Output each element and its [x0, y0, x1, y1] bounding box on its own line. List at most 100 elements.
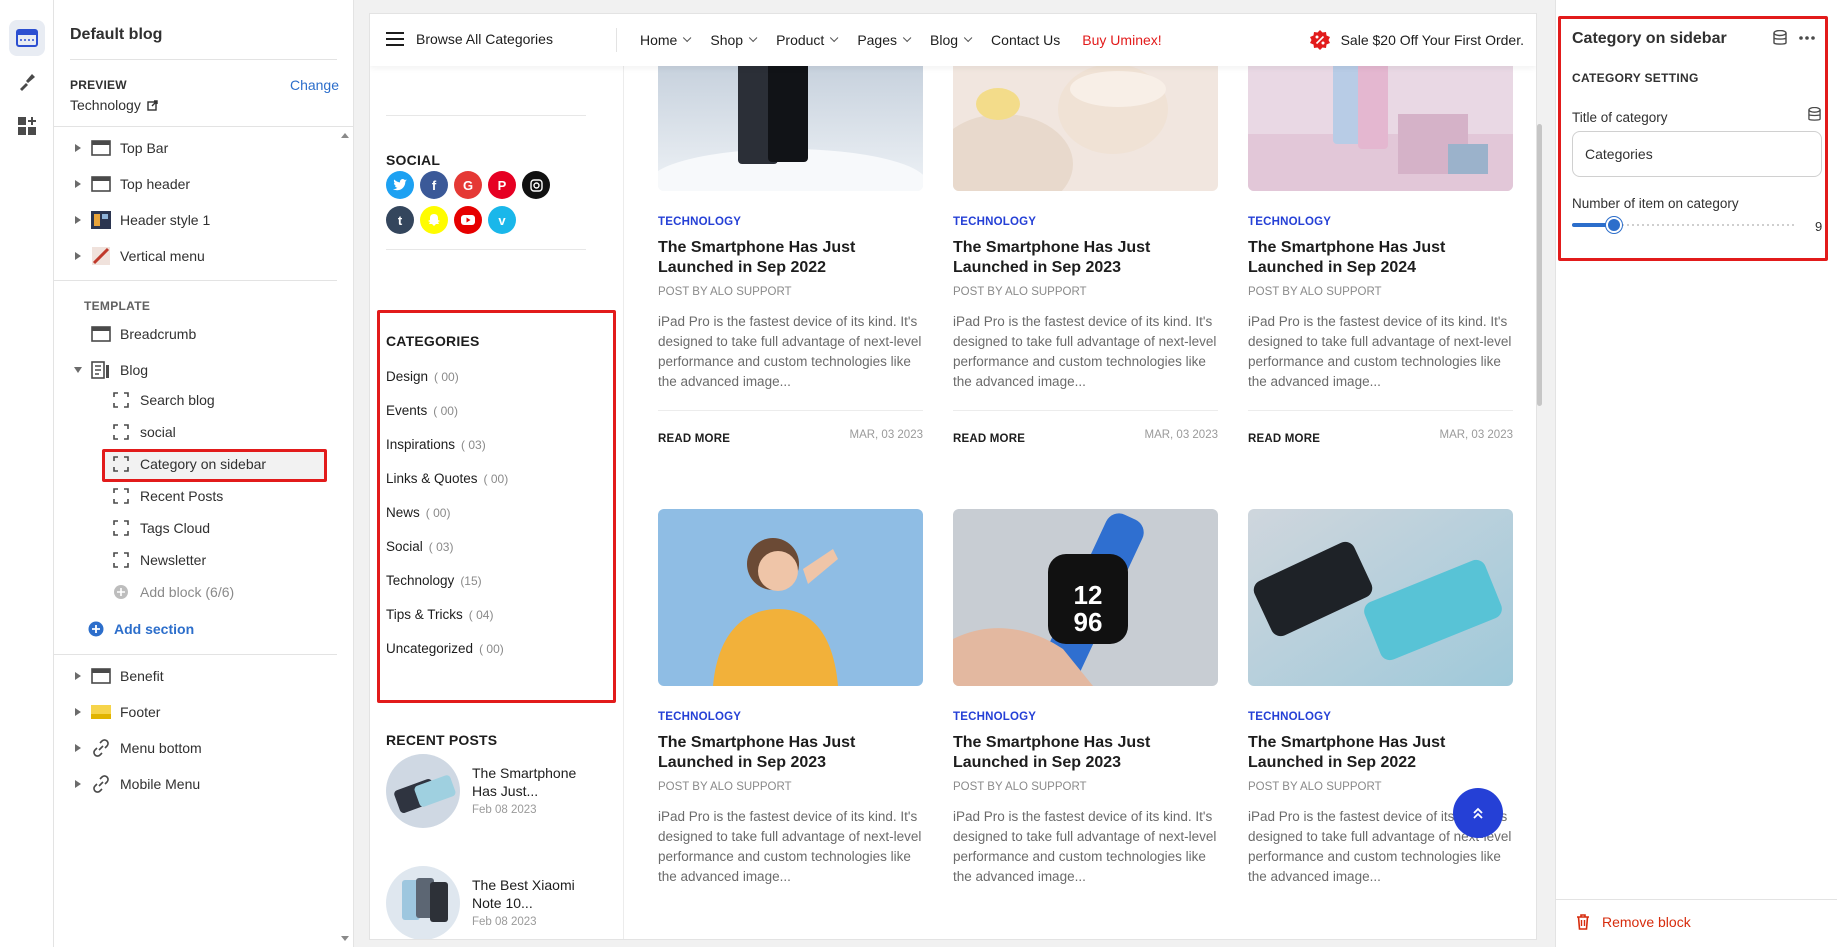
- pinterest-icon[interactable]: P: [488, 171, 516, 199]
- section-menu-bottom[interactable]: Menu bottom: [54, 731, 338, 765]
- slider-handle[interactable]: [1606, 217, 1622, 233]
- blog-card[interactable]: 12 96 TECHNOLOGY The Smartphone Has Just …: [953, 509, 1218, 887]
- block-category-on-sidebar[interactable]: Category on sidebar: [54, 447, 338, 481]
- browse-categories-button[interactable]: Browse All Categories: [386, 31, 553, 47]
- section-top-bar[interactable]: Top Bar: [54, 131, 338, 165]
- blog-card[interactable]: TECHNOLOGY The Smartphone Has Just Launc…: [658, 509, 923, 887]
- recent-post-item[interactable]: The Best Xiaomi Note 10... Feb 08 2023: [386, 866, 587, 939]
- theme-settings-icon[interactable]: [9, 64, 45, 100]
- menu-item-pages[interactable]: Pages: [857, 32, 912, 48]
- post-title[interactable]: The Smartphone Has Just Launched in Sep …: [1248, 238, 1513, 278]
- section-footer[interactable]: Footer: [54, 695, 338, 729]
- caret-right-icon[interactable]: [70, 708, 86, 716]
- category-item[interactable]: Technology (15): [386, 573, 482, 588]
- caret-right-icon[interactable]: [70, 672, 86, 680]
- category-item[interactable]: News( 00): [386, 505, 450, 520]
- section-breadcrumb[interactable]: Breadcrumb: [54, 317, 338, 351]
- block-search-blog[interactable]: Search blog: [54, 383, 338, 417]
- tumblr-icon[interactable]: t: [386, 206, 414, 234]
- scrollbar-thumb[interactable]: [1537, 124, 1542, 406]
- recent-post-title[interactable]: The Best Xiaomi Note 10...: [472, 876, 587, 912]
- post-category[interactable]: TECHNOLOGY: [658, 711, 923, 723]
- post-image[interactable]: [1248, 66, 1513, 191]
- blog-card[interactable]: TECHNOLOGY The Smartphone Has Just Launc…: [1248, 66, 1513, 445]
- read-more-link[interactable]: READ MORE: [658, 433, 730, 445]
- facebook-icon[interactable]: f: [420, 171, 448, 199]
- youtube-icon[interactable]: [454, 206, 482, 234]
- category-item[interactable]: Inspirations( 03): [386, 437, 486, 452]
- post-image[interactable]: [658, 66, 923, 191]
- menu-item-buy[interactable]: Buy Uminex!: [1082, 32, 1161, 48]
- sections-icon[interactable]: [9, 20, 45, 56]
- post-image[interactable]: [1248, 509, 1513, 686]
- caret-right-icon[interactable]: [70, 252, 86, 260]
- post-title[interactable]: The Smartphone Has Just Launched in Sep …: [1248, 733, 1513, 773]
- post-title[interactable]: The Smartphone Has Just Launched in Sep …: [953, 238, 1218, 278]
- block-newsletter[interactable]: Newsletter: [54, 543, 338, 577]
- preview-change-link[interactable]: Change: [290, 77, 339, 93]
- post-category[interactable]: TECHNOLOGY: [658, 216, 923, 228]
- post-title[interactable]: The Smartphone Has Just Launched in Sep …: [953, 733, 1218, 773]
- scroll-up-icon[interactable]: [341, 133, 349, 138]
- menu-item-blog[interactable]: Blog: [930, 32, 973, 48]
- preview-value[interactable]: Technology: [70, 97, 158, 113]
- post-title[interactable]: The Smartphone Has Just Launched in Sep …: [658, 733, 923, 773]
- title-of-category-input[interactable]: Categories: [1572, 131, 1822, 177]
- add-block-button[interactable]: Add block (6/6): [54, 575, 338, 609]
- post-image[interactable]: 12 96: [953, 509, 1218, 686]
- vimeo-icon[interactable]: v: [488, 206, 516, 234]
- block-recent-posts[interactable]: Recent Posts: [54, 479, 338, 513]
- caret-right-icon[interactable]: [70, 744, 86, 752]
- read-more-link[interactable]: READ MORE: [953, 433, 1025, 445]
- read-more-link[interactable]: READ MORE: [1248, 433, 1320, 445]
- scroll-down-icon[interactable]: [341, 936, 349, 941]
- menu-item-contact[interactable]: Contact Us: [991, 32, 1060, 48]
- post-category[interactable]: TECHNOLOGY: [953, 216, 1218, 228]
- remove-block-button[interactable]: Remove block: [1576, 914, 1691, 930]
- caret-right-icon[interactable]: [70, 180, 86, 188]
- block-tags-cloud[interactable]: Tags Cloud: [54, 511, 338, 545]
- category-item[interactable]: Social( 03): [386, 539, 453, 554]
- recent-post-item[interactable]: The Smartphone Has Just... Feb 08 2023: [386, 754, 587, 828]
- preview-scrollbar[interactable]: [1535, 14, 1545, 939]
- dynamic-source-icon[interactable]: [1808, 107, 1821, 122]
- section-top-header[interactable]: Top header: [54, 167, 338, 201]
- category-item[interactable]: Links & Quotes( 00): [386, 471, 508, 486]
- google-icon[interactable]: G: [454, 171, 482, 199]
- post-category[interactable]: TECHNOLOGY: [1248, 216, 1513, 228]
- blog-card[interactable]: TECHNOLOGY The Smartphone Has Just Launc…: [953, 66, 1218, 445]
- post-category[interactable]: TECHNOLOGY: [953, 711, 1218, 723]
- post-image[interactable]: [658, 509, 923, 686]
- recent-post-thumbnail[interactable]: [386, 754, 460, 828]
- category-item[interactable]: Design( 00): [386, 369, 459, 384]
- recent-post-title[interactable]: The Smartphone Has Just...: [472, 764, 587, 800]
- section-blog[interactable]: Blog: [54, 353, 338, 387]
- menu-item-shop[interactable]: Shop: [710, 32, 758, 48]
- app-blocks-icon[interactable]: [9, 108, 45, 144]
- panel-scrollbar[interactable]: [337, 127, 353, 947]
- section-benefit[interactable]: Benefit: [54, 659, 338, 693]
- scroll-to-top-button[interactable]: [1453, 788, 1503, 838]
- recent-post-thumbnail[interactable]: [386, 866, 460, 939]
- block-social[interactable]: social: [54, 415, 338, 449]
- post-title[interactable]: The Smartphone Has Just Launched in Sep …: [658, 238, 923, 278]
- category-item[interactable]: Events( 00): [386, 403, 458, 418]
- blog-card[interactable]: TECHNOLOGY The Smartphone Has Just Launc…: [658, 66, 923, 445]
- category-item[interactable]: Uncategorized( 00): [386, 641, 504, 656]
- more-options-icon[interactable]: [1799, 36, 1815, 40]
- section-mobile-menu[interactable]: Mobile Menu: [54, 767, 338, 801]
- menu-item-home[interactable]: Home: [640, 32, 692, 48]
- caret-right-icon[interactable]: [70, 216, 86, 224]
- category-item[interactable]: Tips & Tricks( 04): [386, 607, 493, 622]
- sale-banner[interactable]: Sale $20 Off Your First Order.: [1309, 29, 1524, 51]
- snapchat-icon[interactable]: [420, 206, 448, 234]
- post-category[interactable]: TECHNOLOGY: [1248, 711, 1513, 723]
- caret-right-icon[interactable]: [70, 780, 86, 788]
- instagram-icon[interactable]: [522, 171, 550, 199]
- section-header-style-1[interactable]: Header style 1: [54, 203, 338, 237]
- caret-right-icon[interactable]: [70, 144, 86, 152]
- caret-down-icon[interactable]: [70, 367, 86, 373]
- menu-item-product[interactable]: Product: [776, 32, 839, 48]
- item-count-slider[interactable]: [1572, 217, 1794, 233]
- post-image[interactable]: [953, 66, 1218, 191]
